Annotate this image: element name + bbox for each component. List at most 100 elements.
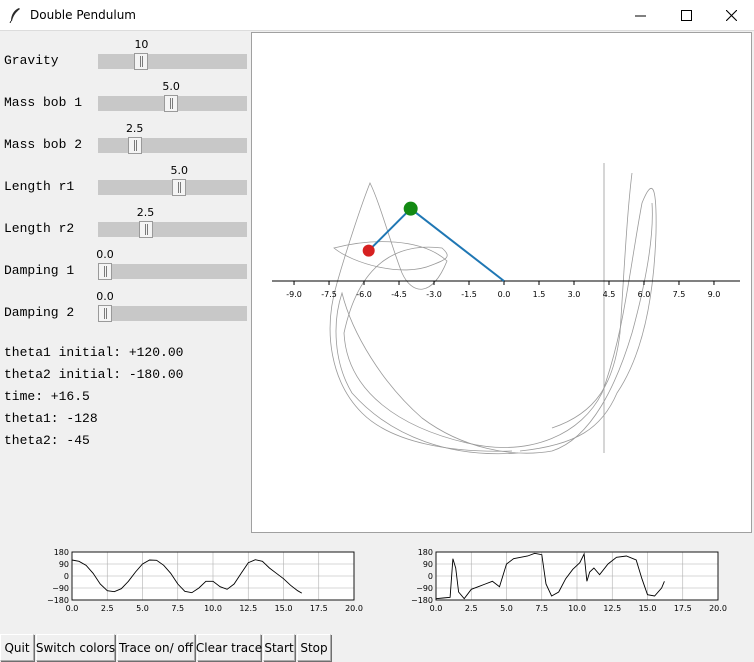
- slider-row-damping-1: Damping 1 0.0: [0, 242, 250, 284]
- x-tick-label: 0.0: [498, 290, 511, 299]
- slider-label: Mass bob 1: [4, 95, 83, 110]
- slider-track[interactable]: [98, 138, 247, 153]
- slider-value: 0.0: [96, 248, 114, 261]
- window-title: Double Pendulum: [30, 8, 136, 22]
- pendulum-canvas[interactable]: -9.0 -7.5 -6.0 -4.5 -3.0 -1.5 0.0 1.5 3.0 4.5 6.0 7…: [251, 32, 752, 533]
- slider-value: 2.5: [136, 206, 155, 219]
- slider-thumb[interactable]: [164, 95, 179, 112]
- close-icon: [725, 10, 737, 21]
- x-tick-label: 4.5: [603, 290, 616, 299]
- rod-1: [410, 207, 505, 282]
- y-tick-label: 180: [418, 548, 433, 557]
- slider-label: Damping 1: [4, 263, 75, 278]
- quit-button[interactable]: Quit: [0, 634, 34, 661]
- x-tick-label: 20.0: [345, 604, 363, 613]
- x-tick-label: 12.5: [239, 604, 257, 613]
- x-tick-label: 10.0: [204, 604, 222, 613]
- trace-toggle-button[interactable]: Trace on/ off: [117, 634, 195, 661]
- pendulum-trace: [329, 163, 657, 455]
- bob-1: [403, 201, 418, 216]
- rod-2: [367, 207, 412, 252]
- slider-row-length-r1: Length r1 5.0: [0, 158, 250, 200]
- slider-value: 5.0: [162, 80, 180, 93]
- switch-colors-button[interactable]: Switch colors: [36, 634, 115, 661]
- x-tick-label: 2.5: [465, 604, 478, 613]
- x-tick-label: 10.0: [568, 604, 586, 613]
- title-bar: Double Pendulum: [0, 0, 754, 31]
- x-tick-label: -3.0: [426, 290, 442, 299]
- theta1-chart-plot: 180900−90−1800.0 2.5 5.0 7.5 10.0 12.5 15.0 17.…: [47, 548, 363, 613]
- y-tick-label: 90: [59, 560, 69, 569]
- start-button[interactable]: Start: [263, 634, 295, 661]
- slider-row-mass-bob-2: Mass bob 2 2.5: [0, 116, 250, 158]
- y-tick-label: −90: [416, 584, 433, 593]
- theta2-chart-plot: 180900−90−1800.0 2.5 5.0 7.5 10.0 12.5 15.0 17.…: [411, 548, 727, 613]
- slider-row-gravity: Gravity 10: [0, 32, 250, 74]
- stop-button[interactable]: Stop: [297, 634, 331, 661]
- y-tick-label: −90: [52, 584, 69, 593]
- maximize-button[interactable]: [663, 0, 709, 31]
- x-tick-label: 20.0: [709, 604, 727, 613]
- theta2-readout: theta2: -45: [4, 433, 90, 448]
- minimize-button[interactable]: [617, 0, 663, 31]
- theta1-initial-readout: theta1 initial: +120.00: [4, 345, 184, 360]
- y-tick-label: 90: [423, 560, 433, 569]
- minimize-icon: [634, 15, 646, 17]
- x-tick-label: 7.5: [535, 604, 548, 613]
- slider-label: Gravity: [4, 53, 59, 68]
- close-button[interactable]: [708, 0, 754, 31]
- bob-2: [362, 244, 375, 257]
- slider-thumb[interactable]: [127, 137, 142, 154]
- x-tick-label: 0.0: [66, 604, 79, 613]
- x-tick-label: 0.0: [430, 604, 443, 613]
- slider-label: Length r1: [4, 179, 75, 194]
- slider-thumb[interactable]: [134, 53, 149, 70]
- slider-label: Damping 2: [4, 305, 75, 320]
- slider-label: Length r2: [4, 221, 75, 236]
- time-readout: time: +16.5: [4, 389, 90, 404]
- slider-track[interactable]: [98, 264, 247, 279]
- maximize-icon: [680, 10, 692, 21]
- x-tick-label: 3.0: [568, 290, 581, 299]
- x-tick-label: 12.5: [603, 604, 621, 613]
- y-tick-label: 0: [64, 572, 69, 581]
- x-tick-label: 5.0: [500, 604, 513, 613]
- slider-row-length-r2: Length r2 2.5: [0, 200, 250, 242]
- x-tick-label: 17.5: [674, 604, 692, 613]
- x-tick-label: 15.0: [639, 604, 657, 613]
- feather-icon: [9, 8, 20, 23]
- pendulum-rods: [367, 207, 505, 282]
- x-axis-ticks: -9.0 -7.5 -6.0 -4.5 -3.0 -1.5 0.0 1.5 3.0 4.5 6.0 7…: [286, 281, 720, 299]
- x-tick-label: -7.5: [321, 290, 337, 299]
- x-tick-label: 6.0: [638, 290, 651, 299]
- y-tick-label: 0: [428, 572, 433, 581]
- theta2-chart: 180 90 0 −90 −180 0.0 2.5 5.0 7.5 10.0 12.5 15.0 17.…: [398, 540, 728, 625]
- clear-trace-button[interactable]: Clear trace: [196, 634, 262, 661]
- slider-label: Mass bob 2: [4, 137, 83, 152]
- x-tick-label: 7.5: [171, 604, 184, 613]
- x-tick-label: -6.0: [356, 290, 372, 299]
- slider-value: 2.5: [125, 122, 144, 135]
- slider-track[interactable]: [98, 306, 247, 321]
- slider-row-mass-bob-1: Mass bob 1 5.0: [0, 74, 250, 116]
- slider-value: 0.0: [96, 290, 114, 303]
- x-tick-label: 5.0: [136, 604, 149, 613]
- x-tick-label: 9.0: [708, 290, 721, 299]
- slider-track[interactable]: [98, 222, 247, 237]
- x-tick-label: 17.5: [310, 604, 328, 613]
- slider-value: 5.0: [170, 164, 189, 177]
- x-tick-label: 15.0: [275, 604, 293, 613]
- theta1-readout: theta1: -128: [4, 411, 98, 426]
- slider-track[interactable]: [98, 54, 247, 69]
- slider-thumb[interactable]: [98, 263, 112, 280]
- x-tick-label: 1.5: [533, 290, 546, 299]
- x-tick-label: -9.0: [286, 290, 302, 299]
- button-bar: Quit Switch colors Trace on/ off Clear t…: [0, 634, 754, 662]
- theta2-initial-readout: theta2 initial: -180.00: [4, 367, 184, 382]
- slider-thumb[interactable]: [138, 221, 153, 238]
- x-tick-label: -1.5: [461, 290, 477, 299]
- slider-thumb[interactable]: [98, 305, 112, 322]
- theta1-chart: 180 90 0 −90 −180 0.0 2.5 5.0 7.5 10.0 12.5 15.0 17.…: [34, 540, 364, 625]
- slider-thumb[interactable]: [172, 179, 187, 196]
- pendulum-plot: -9.0 -7.5 -6.0 -4.5 -3.0 -1.5 0.0 1.5 3.0 4.5 6.0 7…: [272, 163, 740, 455]
